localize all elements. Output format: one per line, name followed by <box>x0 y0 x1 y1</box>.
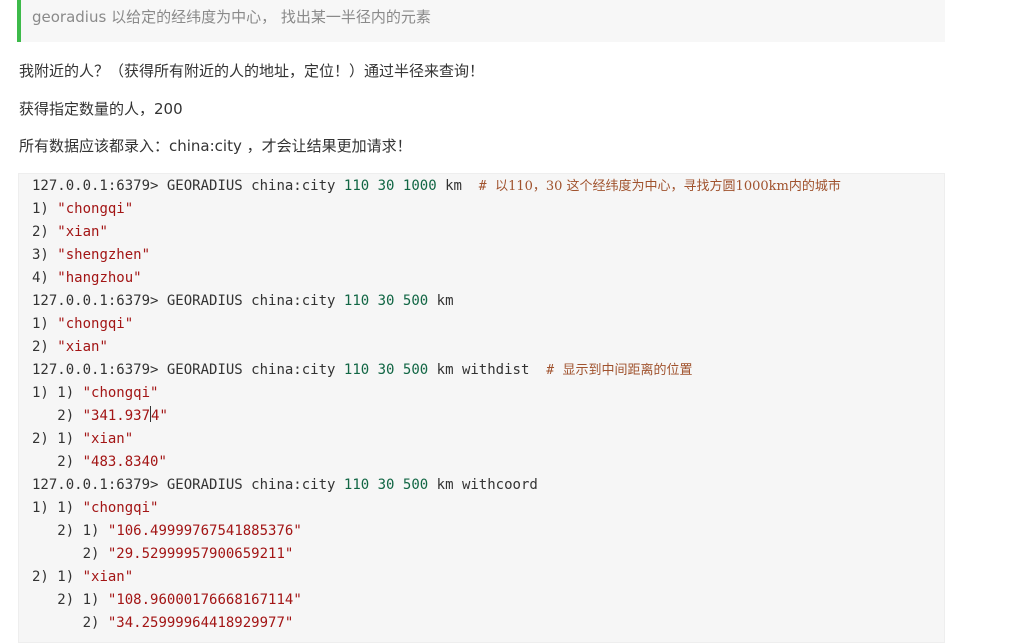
code-line-result: 2) "341.9374" <box>57 406 168 424</box>
code-line-command: 127.0.0.1:6379> GEORADIUS china:city 110… <box>32 293 454 309</box>
code-line-result: 2) "29.52999957900659211" <box>82 546 294 562</box>
code-line-result: 3) "shengzhen" <box>32 247 151 263</box>
code-line-command: 127.0.0.1:6379> GEORADIUS china:city 110… <box>32 178 841 194</box>
code-line-result: 2) 1) "108.96000176668167114" <box>57 592 302 608</box>
code-line-result: 2) "xian" <box>32 224 108 240</box>
code-block: 127.0.0.1:6379> GEORADIUS china:city 110… <box>18 173 945 643</box>
code-line-result: 2) "483.8340" <box>57 454 167 470</box>
paragraph-data-entry: 所有数据应该都录入：china:city ，才会让结果更加请求！ <box>19 137 412 155</box>
code-line-command: 127.0.0.1:6379> GEORADIUS china:city 110… <box>32 362 693 378</box>
code-line-result: 1) 1) "chongqi" <box>32 500 159 516</box>
code-line-result: 2) "xian" <box>32 339 108 355</box>
code-line-result: 2) 1) "xian" <box>32 431 134 447</box>
code-line-result: 2) 1) "xian" <box>32 569 134 585</box>
code-line-result: 2) "34.25999964418929977" <box>82 615 294 631</box>
code-comment: 以110，30 这个经纬度为中心，寻找方圆1000km内的城市 <box>495 179 841 194</box>
code-line-result: 2) 1) "106.49999767541885376" <box>57 523 302 539</box>
paragraph-count: 获得指定数量的人，200 <box>19 100 183 118</box>
code-line-result: 1) 1) "chongqi" <box>32 385 159 401</box>
quote-text: georadius 以给定的经纬度为中心， 找出某一半径内的元素 <box>32 8 431 26</box>
code-line-result: 1) "chongqi" <box>32 316 134 332</box>
paragraph-nearby-people: 我附近的人？（获得所有附近的人的地址，定位！）通过半径来查询！ <box>19 62 485 80</box>
code-comment: 显示到中间距离的位置 <box>562 363 693 378</box>
blockquote: georadius 以给定的经纬度为中心， 找出某一半径内的元素 <box>17 0 945 42</box>
code-line-result: 1) "chongqi" <box>32 201 134 217</box>
code-line-result: 4) "hangzhou" <box>32 270 142 286</box>
code-line-command: 127.0.0.1:6379> GEORADIUS china:city 110… <box>32 477 538 493</box>
